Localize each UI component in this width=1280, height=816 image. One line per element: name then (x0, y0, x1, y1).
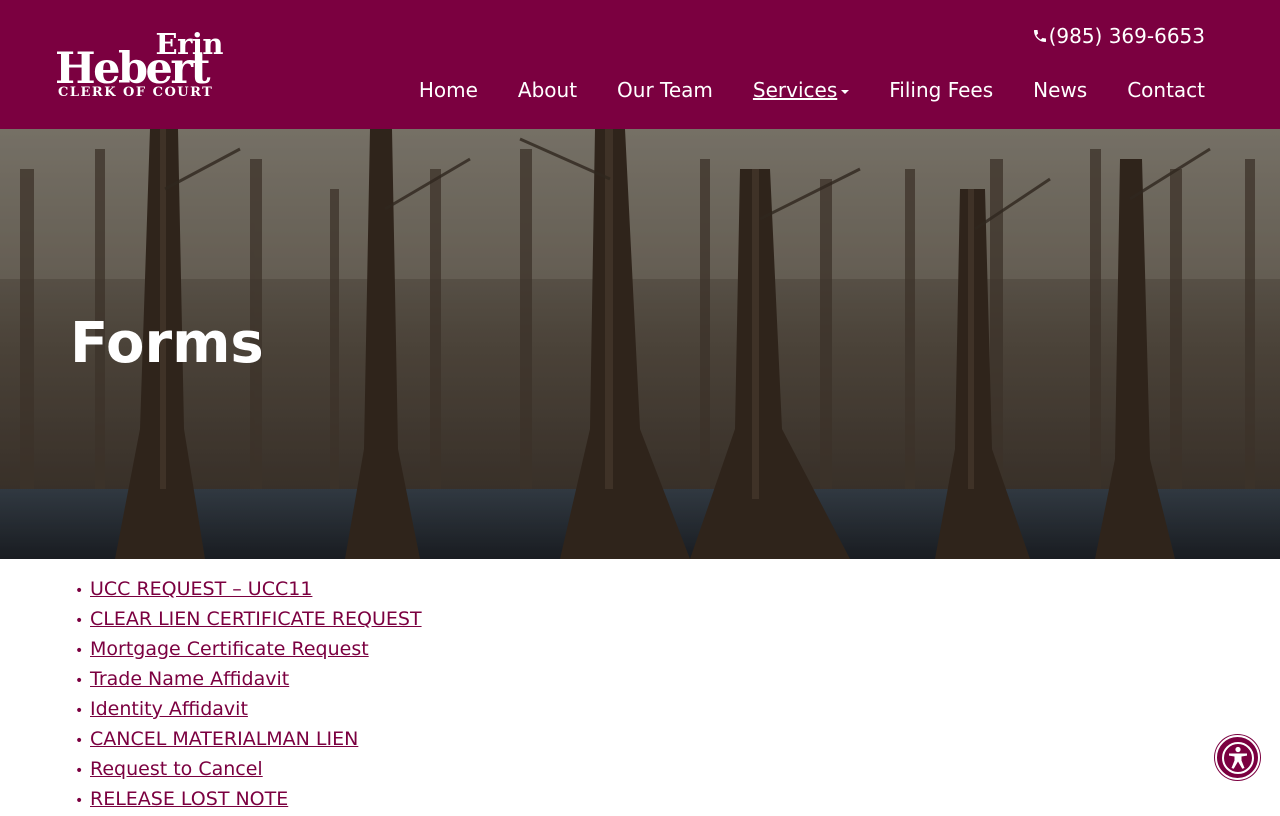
site-header: Erin Hebert CLERK OF COURT (985) 369-665… (0, 0, 1280, 129)
nav-our-team[interactable]: Our Team (617, 76, 713, 104)
nav-contact[interactable]: Contact (1127, 76, 1205, 104)
list-item: • UCC REQUEST – UCC11 (75, 574, 422, 604)
form-link-cancel-materialman[interactable]: CANCEL MATERIALMAN LIEN (90, 728, 358, 750)
nav-news[interactable]: News (1033, 76, 1087, 104)
bullet-icon: • (75, 733, 84, 749)
nav-our-team-label: Our Team (617, 78, 713, 102)
bullet-icon: • (75, 613, 84, 629)
phone-icon (1033, 30, 1046, 42)
nav-home-label: Home (418, 78, 478, 102)
logo-subtitle: CLERK OF COURT (58, 85, 214, 100)
phone-number: (985) 369-6653 (1048, 24, 1205, 48)
form-link-mortgage-certificate[interactable]: Mortgage Certificate Request (90, 638, 369, 660)
nav-filing-fees-label: Filing Fees (889, 78, 994, 102)
hero-banner: Forms (0, 129, 1280, 559)
nav-contact-label: Contact (1127, 78, 1205, 102)
list-item: • CANCEL MATERIALMAN LIEN (75, 724, 422, 754)
bullet-icon: • (75, 583, 84, 599)
form-link-clear-lien[interactable]: CLEAR LIEN CERTIFICATE REQUEST (90, 608, 422, 630)
form-link-trade-name[interactable]: Trade Name Affidavit (90, 668, 289, 690)
nav-about-label: About (517, 78, 578, 102)
list-item: • RELEASE LOST NOTE (75, 784, 422, 814)
page-title: Forms (70, 311, 264, 376)
form-link-request-to-cancel[interactable]: Request to Cancel (90, 758, 263, 780)
bullet-icon: • (75, 643, 84, 659)
site-logo[interactable]: Erin Hebert CLERK OF COURT (55, 28, 245, 102)
bullet-icon: • (75, 793, 84, 809)
list-item: • Mortgage Certificate Request (75, 634, 422, 664)
form-link-ucc-request[interactable]: UCC REQUEST – UCC11 (90, 578, 312, 600)
bullet-icon: • (75, 673, 84, 689)
form-link-release-lost-note[interactable]: RELEASE LOST NOTE (90, 788, 288, 810)
bullet-icon: • (75, 763, 84, 779)
form-link-identity-affidavit[interactable]: Identity Affidavit (90, 698, 248, 720)
nav-news-label: News (1033, 78, 1088, 102)
list-item: • Trade Name Affidavit (75, 664, 422, 694)
list-item: • Identity Affidavit (75, 694, 422, 724)
list-item: • CLEAR LIEN CERTIFICATE REQUEST (75, 604, 422, 634)
bullet-icon: • (75, 703, 84, 719)
phone-link[interactable]: (985) 369-6653 (1032, 22, 1205, 50)
main-nav: Home About Our Team Services Filing Fees… (419, 76, 1205, 104)
caret-down-icon (841, 90, 850, 94)
nav-home[interactable]: Home (419, 76, 478, 104)
accessibility-button[interactable] (1215, 735, 1260, 780)
nav-filing-fees[interactable]: Filing Fees (889, 76, 993, 104)
forms-list: • UCC REQUEST – UCC11 • CLEAR LIEN CERTIFI… (75, 574, 422, 814)
nav-services-label: Services (752, 78, 838, 102)
list-item: • Request to Cancel (75, 754, 422, 784)
accessibility-icon (1221, 741, 1254, 774)
nav-about[interactable]: About (518, 76, 577, 104)
nav-services[interactable]: Services (752, 76, 850, 104)
